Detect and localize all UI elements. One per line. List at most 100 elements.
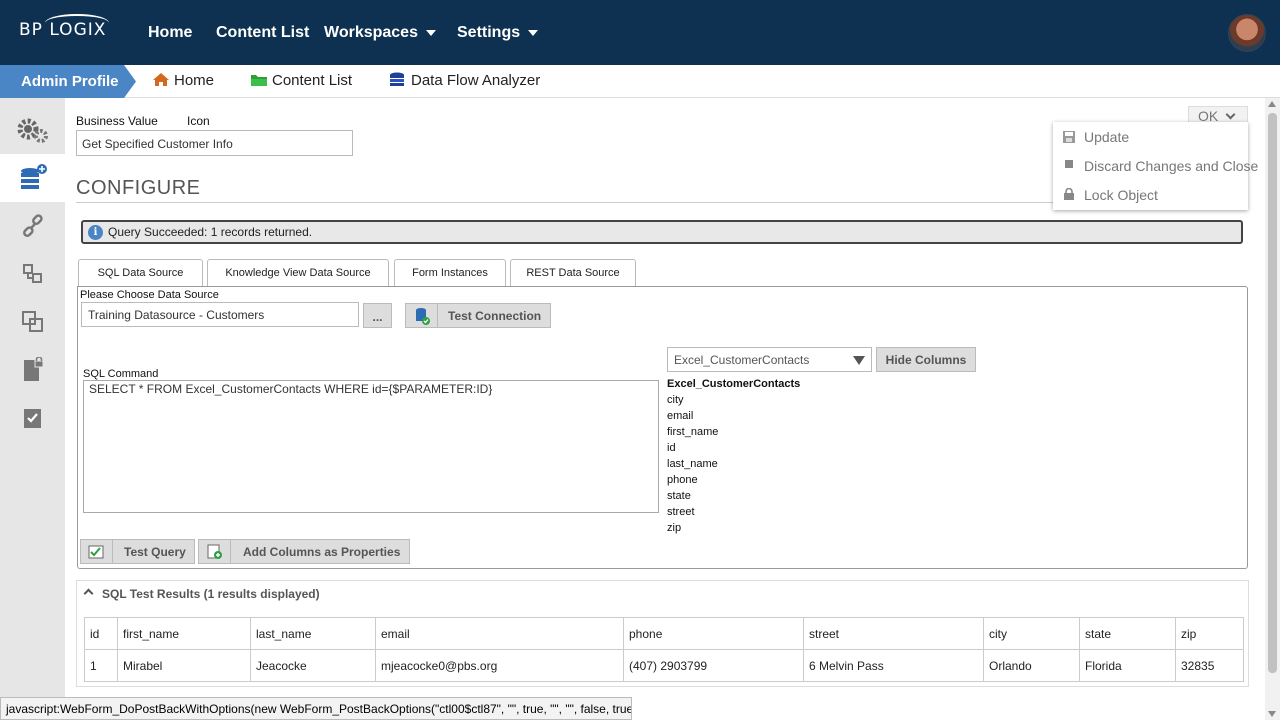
nav-settings[interactable]: Settings — [457, 24, 539, 42]
nav-home[interactable]: Home — [148, 24, 192, 42]
results-title: SQL Test Results (1 results displayed) — [102, 587, 320, 601]
sidebar-item-security[interactable] — [0, 346, 65, 394]
table-cell: Florida — [1079, 649, 1176, 682]
test-connection-button[interactable]: Test Connection — [405, 303, 551, 328]
test-query-button[interactable]: Test Query — [80, 539, 195, 564]
table-cell: Mirabel — [117, 649, 251, 682]
chevron-down-icon — [528, 29, 539, 36]
choose-data-source-label: Please Choose Data Source — [80, 289, 219, 301]
menu-item-discard-changes[interactable]: Discard Changes and Close — [1084, 158, 1258, 174]
database-icon — [390, 72, 404, 86]
column-header: email — [375, 617, 624, 650]
bp-logix-logo[interactable]: BP LOGIX — [19, 14, 109, 40]
breadcrumb-content-list[interactable]: Content List — [250, 72, 352, 89]
query-status-message: i Query Succeeded: 1 records returned. — [81, 220, 1243, 244]
column-item: last_name — [667, 458, 718, 470]
breadcrumb-admin-profile[interactable]: Admin Profile — [0, 65, 136, 98]
data-source-input[interactable]: Training Datasource - Customers — [81, 302, 359, 327]
copy-icon — [21, 311, 43, 332]
section-heading-configure: CONFIGURE — [76, 177, 201, 199]
sidebar-item-links[interactable] — [0, 202, 65, 250]
top-navigation-bar: BP LOGIX Home Content List Workspaces Se… — [0, 0, 1280, 65]
vertical-scrollbar[interactable] — [1265, 98, 1280, 720]
business-value-label: Business Value — [76, 114, 158, 128]
column-item: street — [667, 506, 695, 518]
breadcrumb-data-flow-analyzer[interactable]: Data Flow Analyzer — [389, 72, 540, 89]
columns-list: Excel_CustomerContacts city email first_… — [667, 376, 800, 536]
menu-item-lock-object[interactable]: Lock Object — [1084, 187, 1158, 203]
stop-icon — [1065, 160, 1073, 168]
dropdown-arrow-icon — [853, 356, 865, 365]
avatar[interactable] — [1228, 14, 1266, 52]
checklist-icon — [23, 409, 41, 428]
home-icon — [153, 73, 169, 86]
table-select[interactable]: Excel_CustomerContacts — [667, 347, 872, 372]
sidebar-item-relations[interactable] — [0, 250, 65, 298]
scroll-down-arrow-icon[interactable] — [1268, 711, 1276, 717]
column-header: id — [84, 617, 118, 650]
tab-form-instances[interactable]: Form Instances — [394, 259, 506, 286]
menu-item-update[interactable]: Update — [1084, 129, 1129, 145]
table-header-row: id first_name last_name email phone stre… — [84, 617, 1244, 650]
info-icon: i — [88, 225, 103, 240]
tab-knowledge-view-data-source[interactable]: Knowledge View Data Source — [207, 259, 389, 286]
scroll-up-arrow-icon[interactable] — [1268, 101, 1276, 107]
table-cell: (407) 2903799 — [623, 649, 804, 682]
add-properties-icon — [199, 540, 231, 563]
column-header: city — [983, 617, 1080, 650]
column-header: first_name — [117, 617, 251, 650]
sql-command-textarea[interactable]: SELECT * FROM Excel_CustomerContacts WHE… — [83, 380, 659, 513]
nav-workspaces-label: Workspaces — [324, 24, 418, 41]
folder-icon — [251, 75, 267, 86]
chevron-down-icon — [1225, 109, 1236, 120]
hide-columns-button[interactable]: Hide Columns — [876, 347, 976, 372]
table-cell: 32835 — [1175, 649, 1244, 682]
breadcrumb-content-list-label: Content List — [272, 72, 353, 89]
column-header: street — [803, 617, 984, 650]
sidebar-item-settings[interactable] — [0, 106, 65, 154]
table-row[interactable]: 1 Mirabel Jeacocke mjeacocke0@pbs.org (4… — [84, 649, 1244, 682]
sidebar-item-copies[interactable] — [0, 298, 65, 346]
column-item: email — [667, 410, 694, 422]
sql-check-icon — [81, 540, 113, 563]
test-query-label: Test Query — [124, 544, 186, 559]
left-sidebar — [0, 98, 65, 720]
scrollbar-thumb[interactable] — [1268, 113, 1277, 673]
tab-sql-data-source[interactable]: SQL Data Source — [78, 259, 203, 287]
sql-command-label: SQL Command — [83, 368, 159, 380]
column-header: state — [1079, 617, 1176, 650]
column-item: phone — [667, 474, 698, 486]
column-item: zip — [667, 522, 682, 534]
database-add-icon — [20, 164, 47, 189]
column-header: last_name — [250, 617, 376, 650]
breadcrumb-data-flow-analyzer-label: Data Flow Analyzer — [411, 72, 541, 89]
sidebar-item-data-source[interactable] — [0, 154, 65, 202]
table-cell: Jeacocke — [250, 649, 376, 682]
business-value-input[interactable]: Get Specified Customer Info — [76, 130, 353, 156]
nav-workspaces[interactable]: Workspaces — [324, 24, 436, 42]
nav-settings-label: Settings — [457, 24, 521, 41]
test-connection-label: Test Connection — [448, 308, 542, 323]
database-check-icon — [406, 304, 438, 327]
save-icon — [1063, 131, 1075, 143]
locked-document-icon — [23, 357, 43, 381]
sidebar-item-tasks[interactable] — [0, 394, 65, 442]
columns-list-title: Excel_CustomerContacts — [667, 378, 801, 390]
table-select-value: Excel_CustomerContacts — [674, 353, 810, 367]
column-header: phone — [623, 617, 804, 650]
breadcrumb: Admin Profile Home Content List Data Flo… — [0, 65, 1280, 98]
column-header: zip — [1175, 617, 1244, 650]
browse-data-source-button[interactable]: ... — [363, 303, 392, 328]
icon-label: Icon — [187, 114, 210, 128]
nav-content-list[interactable]: Content List — [216, 24, 309, 42]
chevron-up-icon[interactable] — [83, 588, 94, 599]
results-table: id first_name last_name email phone stre… — [84, 617, 1244, 682]
table-cell: Orlando — [983, 649, 1080, 682]
breadcrumb-home-label: Home — [174, 72, 215, 89]
add-columns-as-properties-button[interactable]: Add Columns as Properties — [198, 539, 410, 564]
link-icon — [22, 214, 43, 237]
sql-test-results-section: SQL Test Results (1 results displayed) i… — [76, 580, 1249, 687]
tab-rest-data-source[interactable]: REST Data Source — [510, 259, 636, 286]
breadcrumb-home[interactable]: Home — [152, 72, 214, 89]
hierarchy-icon — [22, 264, 42, 283]
